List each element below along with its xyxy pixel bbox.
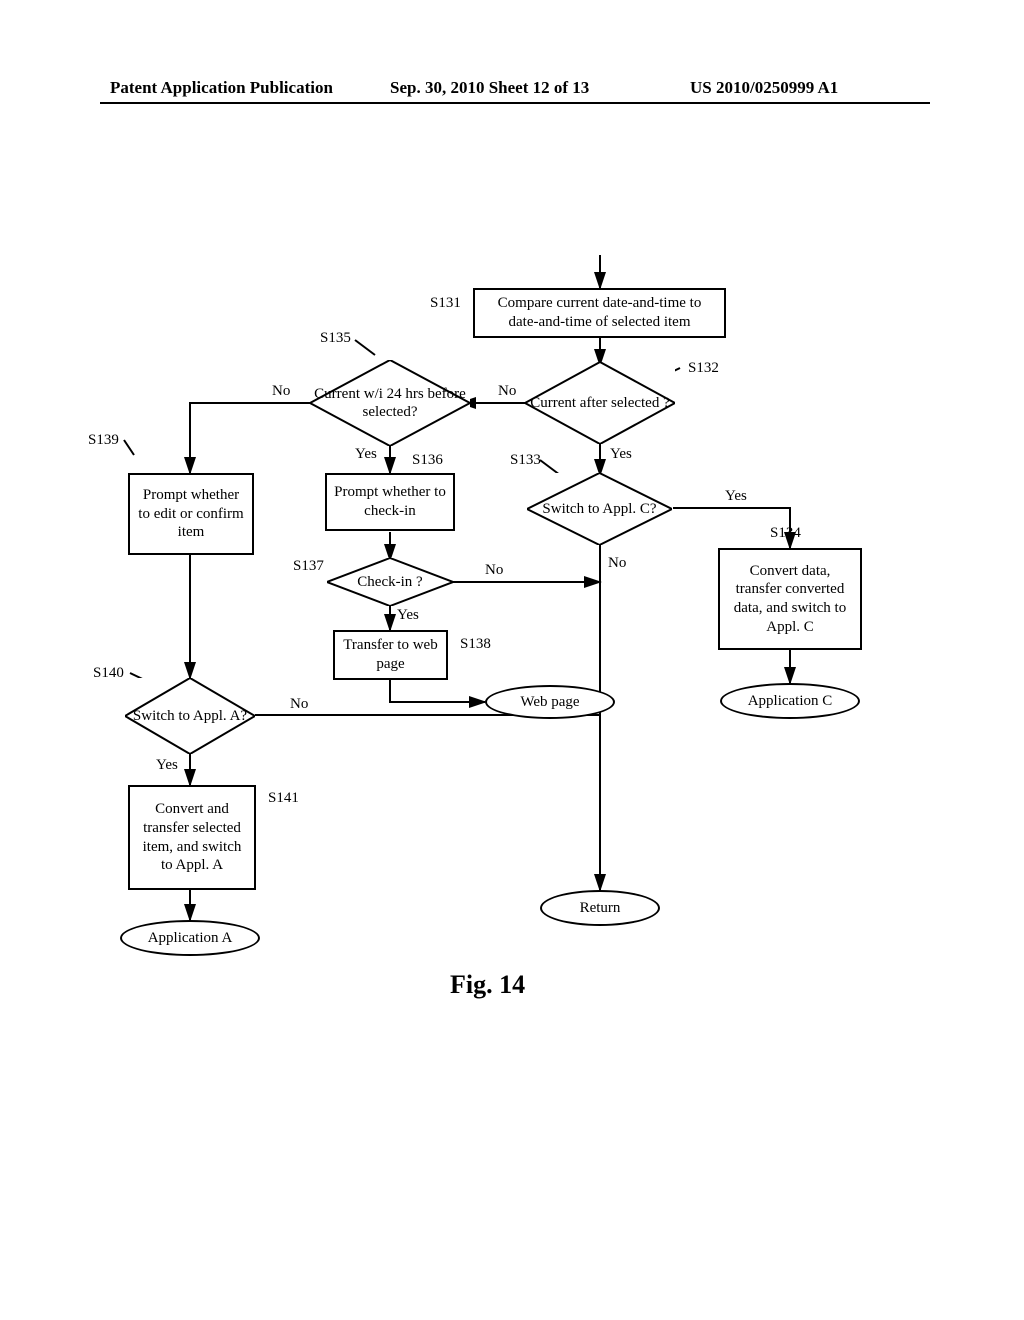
- terminator-app-a-text: Application A: [148, 930, 233, 947]
- step-s140-text: Switch to Appl. A?: [125, 707, 255, 725]
- step-s134-process: Convert data, transfer converted data, a…: [718, 548, 862, 650]
- terminator-app-c-text: Application C: [748, 693, 833, 710]
- flowchart-edges: [0, 0, 1024, 1320]
- flowchart-canvas: Compare current date-and-time to date-an…: [0, 0, 1024, 1320]
- edge-s132-no: No: [498, 383, 516, 400]
- edge-s133-no: No: [608, 555, 626, 572]
- step-s132-label: S132: [688, 360, 719, 377]
- step-s137-text: Check-in ?: [327, 573, 453, 591]
- step-s141-text: Convert and transfer selected item, and …: [136, 800, 248, 875]
- step-s131-label: S131: [430, 295, 461, 312]
- step-s133-text: Switch to Appl. C?: [527, 500, 672, 518]
- edge-s135-yes: Yes: [355, 446, 377, 463]
- step-s137-label: S137: [293, 558, 324, 575]
- step-s135-label: S135: [320, 330, 351, 347]
- step-s141-label: S141: [268, 790, 299, 807]
- step-s135-decision: Current w/i 24 hrs before selected?: [310, 360, 470, 446]
- step-s139-process: Prompt whether to edit or confirm item: [128, 473, 254, 555]
- step-s140-label: S140: [93, 665, 124, 682]
- terminator-app-a: Application A: [120, 920, 260, 956]
- terminator-return: Return: [540, 890, 660, 926]
- step-s135-text: Current w/i 24 hrs before selected?: [310, 385, 470, 421]
- edge-s140-no: No: [290, 696, 308, 713]
- terminator-return-text: Return: [580, 900, 621, 917]
- step-s141-process: Convert and transfer selected item, and …: [128, 785, 256, 890]
- step-s136-text: Prompt whether to check-in: [333, 483, 447, 521]
- step-s138-process: Transfer to web page: [333, 630, 448, 680]
- step-s134-text: Convert data, transfer converted data, a…: [726, 562, 854, 637]
- step-s138-label: S138: [460, 636, 491, 653]
- edge-s137-yes: Yes: [397, 607, 419, 624]
- step-s131-text: Compare current date-and-time to date-an…: [481, 294, 718, 332]
- step-s137-decision: Check-in ?: [327, 558, 453, 606]
- edge-s140-yes: Yes: [156, 757, 178, 774]
- step-s134-label: S134: [770, 525, 801, 542]
- edge-s133-yes: Yes: [725, 488, 747, 505]
- step-s131-process: Compare current date-and-time to date-an…: [473, 288, 726, 338]
- step-s133-label: S133: [510, 452, 541, 469]
- edge-s135-no: No: [272, 383, 290, 400]
- step-s133-decision: Switch to Appl. C?: [527, 473, 672, 545]
- step-s138-text: Transfer to web page: [341, 636, 440, 674]
- edge-s132-yes: Yes: [610, 446, 632, 463]
- terminator-web-page-text: Web page: [520, 694, 579, 711]
- terminator-web-page: Web page: [485, 685, 615, 719]
- step-s136-process: Prompt whether to check-in: [325, 473, 455, 531]
- step-s139-label: S139: [88, 432, 119, 449]
- edge-s137-no: No: [485, 562, 503, 579]
- figure-caption: Fig. 14: [450, 970, 525, 1000]
- step-s132-text: Current after selected ?: [525, 394, 675, 412]
- step-s139-text: Prompt whether to edit or confirm item: [136, 486, 246, 542]
- step-s136-label: S136: [412, 452, 443, 469]
- terminator-app-c: Application C: [720, 683, 860, 719]
- step-s140-decision: Switch to Appl. A?: [125, 678, 255, 754]
- step-s132-decision: Current after selected ?: [525, 362, 675, 444]
